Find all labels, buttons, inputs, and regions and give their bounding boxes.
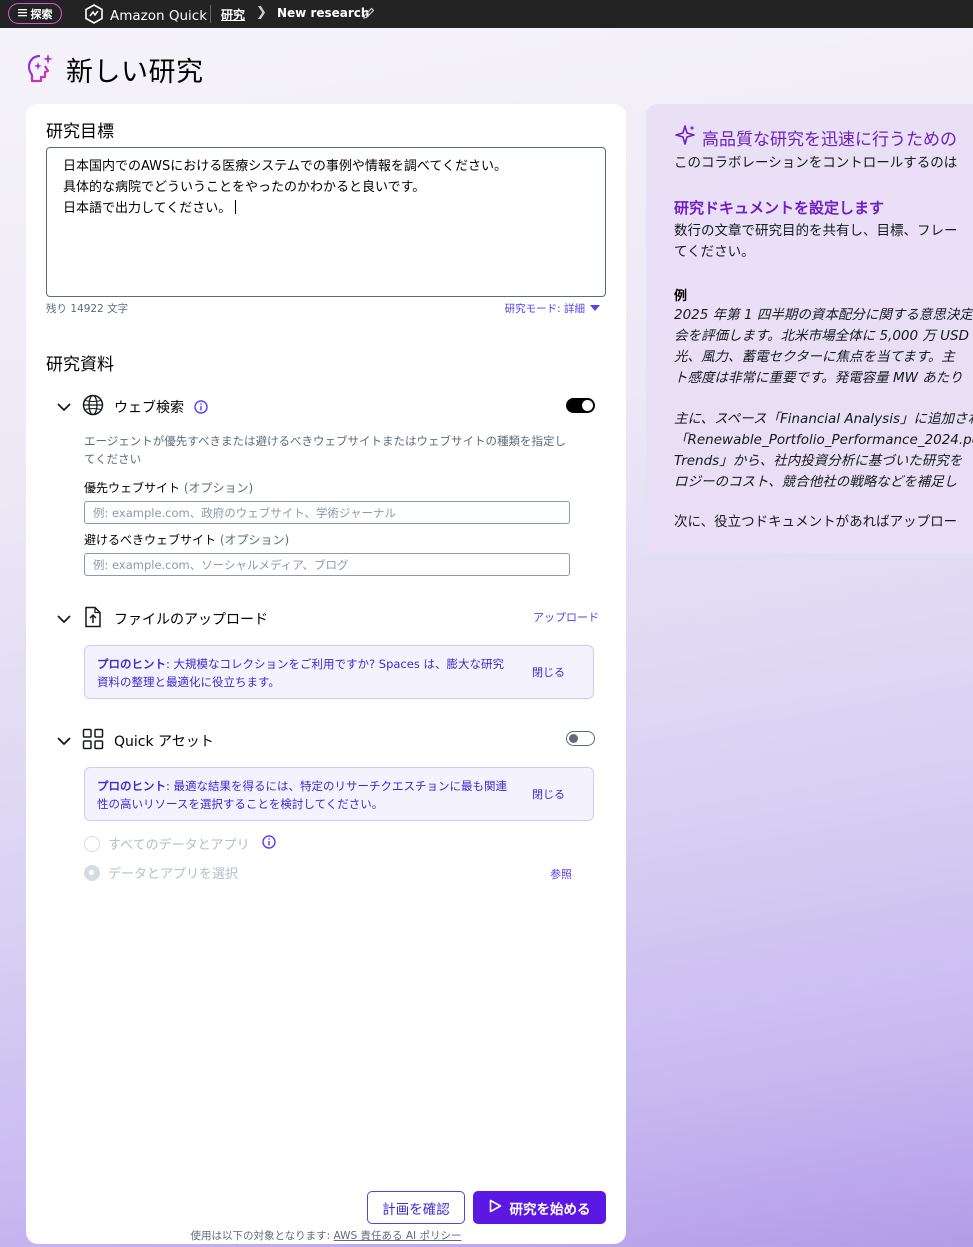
pro-tip-text: プロのヒント: 大規模なコレクションをご利用ですか? Spaces は、膨大な研… [97, 655, 515, 691]
all-data-apps-label: すべてのデータとアプリ [108, 838, 250, 853]
file-upload-section-header[interactable]: ファイルのアップロード [56, 606, 268, 632]
web-search-section-header[interactable]: ウェブ検索 [56, 394, 208, 420]
upload-link[interactable]: アップロード [533, 609, 599, 625]
guide-title-text: 高品質な研究を迅速に行うための [702, 130, 957, 150]
explore-button[interactable]: 探索 [8, 3, 62, 24]
text-cursor [235, 200, 237, 214]
research-mode-dropdown[interactable]: 研究モード: 詳細 [505, 301, 600, 316]
chevron-down-icon[interactable] [56, 402, 72, 412]
breadcrumb-chevron-icon: ❯ [256, 5, 267, 20]
radio-button[interactable] [84, 835, 100, 852]
goal-line: 日本語で出力してください。 [63, 201, 232, 216]
preferred-sites-label: 優先ウェブサイト (オプション) [84, 479, 253, 496]
select-data-apps-label: データとアプリを選択 [108, 867, 239, 882]
guide-subheading: 研究ドキュメントを設定します [674, 199, 885, 217]
example-line: ロジーのコスト、競合他社の戦略などを補足し [674, 474, 958, 490]
example-line: 2025 年第 1 四半期の資本配分に関する意思決定 [674, 307, 973, 323]
brand-name: Amazon Quick [110, 8, 208, 24]
page-header: 新しい研究 [26, 50, 204, 89]
play-icon [489, 1199, 502, 1217]
preferred-sites-input[interactable] [84, 501, 570, 524]
web-search-label: ウェブ検索 [114, 400, 184, 416]
pro-tip-prefix: プロのヒント [97, 657, 166, 671]
review-plan-button[interactable]: 計画を確認 [367, 1191, 465, 1224]
goal-textarea[interactable]: 日本国内でのAWSにおける医療システムでの事例や情報を調べてください。 具体的な… [46, 147, 606, 297]
upload-pro-tip: プロのヒント: 大規模なコレクションをご利用ですか? Spaces は、膨大な研… [84, 645, 594, 699]
preferred-sites-label-text: 優先ウェブサイト [84, 481, 181, 495]
chevron-down-icon[interactable] [56, 614, 72, 624]
explore-label: 探索 [30, 7, 53, 21]
example-line: 主に、スペース「Financial Analysis」に追加され [674, 411, 973, 427]
avoid-sites-label-text: 避けるべきウェブサイト [84, 533, 217, 547]
top-bar: 探索 Amazon Quick 研究 ❯ New research [0, 0, 973, 28]
sparkle-icon [674, 124, 696, 151]
quick-assets-pro-tip: プロのヒント: 最適な結果を得るには、特定のリサーチクエスチョンに最も関連性の高… [84, 767, 594, 821]
ai-policy-link[interactable]: AWS 責任ある AI ポリシー [334, 1230, 462, 1242]
optional-label: (オプション) [183, 481, 254, 495]
optional-label: (オプション) [219, 533, 290, 547]
info-icon[interactable] [194, 400, 208, 414]
breadcrumb-current: New research [277, 6, 370, 20]
start-research-button[interactable]: 研究を始める [473, 1191, 606, 1224]
breadcrumb-research-link[interactable]: 研究 [221, 6, 245, 23]
pencil-icon[interactable] [362, 6, 376, 23]
sources-heading: 研究資料 [46, 355, 114, 375]
policy-footer: 使用は以下の対象となります: AWS 責任ある AI ポリシー [26, 1228, 626, 1243]
amazon-quick-logo-icon [84, 4, 104, 28]
caret-down-icon [590, 303, 600, 315]
guide-panel: 高品質な研究を迅速に行うための このコラボレーションをコントロールするのは 研究… [646, 104, 973, 553]
guide-text-line: 数行の文章で研究目的を共有し、目標、フレー [674, 223, 958, 239]
remaining-chars: 残り 14922 文字 [46, 303, 129, 315]
research-mode-label: 研究モード: 詳細 [504, 303, 585, 315]
guide-text-line: 次に、役立つドキュメントがあればアップロー [674, 514, 958, 530]
globe-icon [82, 394, 104, 420]
file-upload-label: ファイルのアップロード [114, 612, 268, 628]
close-tip-button[interactable]: 閉じる [532, 786, 565, 804]
quick-assets-toggle[interactable] [566, 731, 595, 746]
example-line: 光、風力、蓄電セクターに焦点を当てます。主 [674, 349, 955, 365]
radio-button-selected[interactable] [84, 864, 100, 881]
example-line: Trends」から、社内投資分析に基づいた研究を [674, 453, 963, 469]
goal-line: 具体的な病院でどういうことをやったのかわかると良いです。 [63, 180, 426, 195]
grid-icon [82, 728, 104, 754]
page-title: 新しい研究 [66, 57, 204, 88]
example-line: 会を評価します。北米市場全体に 5,000 万 USD [674, 328, 970, 344]
research-form-card: 研究目標 日本国内でのAWSにおける医療システムでの事例や情報を調べてください。… [26, 104, 626, 1244]
quick-assets-section-header[interactable]: Quick アセット [56, 728, 214, 754]
example-label: 例 [674, 289, 688, 304]
guide-intro: このコラボレーションをコントロールするのは [674, 155, 958, 171]
goal-line: 日本国内でのAWSにおける医療システムでの事例や情報を調べてください。 [63, 159, 507, 174]
footer-text: 使用は以下の対象となります: [190, 1230, 334, 1242]
topbar-divider [210, 5, 211, 23]
goal-line-last: 日本語で出力してください。 [63, 198, 589, 219]
example-line: 「Renewable_Portfolio_Performance_2024.pd… [674, 432, 973, 448]
guide-title: 高品質な研究を迅速に行うための [674, 124, 957, 151]
select-data-apps-option[interactable]: データとアプリを選択 [84, 863, 238, 882]
info-icon[interactable] [261, 834, 276, 853]
pro-tip-prefix: プロのヒント [97, 779, 166, 793]
chevron-down-icon[interactable] [56, 736, 72, 746]
all-data-apps-option[interactable]: すべてのデータとアプリ [84, 834, 276, 853]
goal-heading: 研究目標 [46, 122, 114, 142]
web-search-toggle[interactable] [566, 398, 595, 413]
example-line: ト感度は非常に重要です。発電容量 MW あたり [674, 370, 963, 386]
guide-text-line: てください。 [674, 244, 755, 260]
close-tip-button[interactable]: 閉じる [532, 664, 565, 682]
pro-tip-text: プロのヒント: 最適な結果を得るには、特定のリサーチクエスチョンに最も関連性の高… [97, 777, 515, 813]
brand[interactable]: Amazon Quick [84, 4, 207, 28]
menu-icon [17, 7, 27, 20]
research-sparkle-head-icon [26, 52, 56, 88]
quick-assets-label: Quick アセット [114, 734, 214, 750]
avoid-sites-input[interactable] [84, 553, 570, 576]
browse-link[interactable]: 参照 [550, 866, 572, 882]
avoid-sites-label: 避けるべきウェブサイト (オプション) [84, 531, 289, 548]
file-upload-icon [82, 606, 104, 632]
web-search-description: エージェントが優先すべきまたは避けるべきウェブサイトまたはウェブサイトの種類を指… [84, 434, 566, 466]
start-research-label: 研究を始める [509, 1201, 591, 1218]
